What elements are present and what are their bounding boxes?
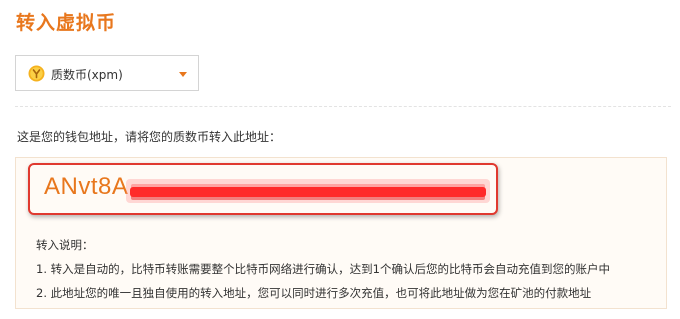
- redaction-mark: [130, 187, 486, 197]
- notes-title: 转入说明：: [36, 238, 94, 252]
- currency-select[interactable]: 质数币(xpm): [15, 55, 199, 91]
- currency-select-label: 质数币(xpm): [51, 68, 123, 82]
- page-title: 转入虚拟币: [16, 12, 117, 34]
- wallet-address[interactable]: ANvt8A: [44, 173, 128, 201]
- deposit-page: 转入虚拟币 质数币(xpm) 这是您的钱包地址，请将您的质数币转入此地址： AN…: [0, 0, 680, 319]
- wallet-address-box[interactable]: ANvt8A: [28, 163, 498, 215]
- address-instruction: 这是您的钱包地址，请将您的质数币转入此地址：: [17, 130, 282, 144]
- divider: [15, 106, 671, 107]
- chevron-down-icon: [179, 72, 187, 77]
- xpm-coin-icon: [28, 65, 45, 82]
- note-item: 2. 此地址您的唯一且独自使用的转入地址，您可以同时进行多次充值，也可将此地址做…: [36, 286, 592, 300]
- note-item: 1. 转入是自动的，比特币转账需要整个比特币网络进行确认，达到1个确认后您的比特…: [36, 262, 610, 276]
